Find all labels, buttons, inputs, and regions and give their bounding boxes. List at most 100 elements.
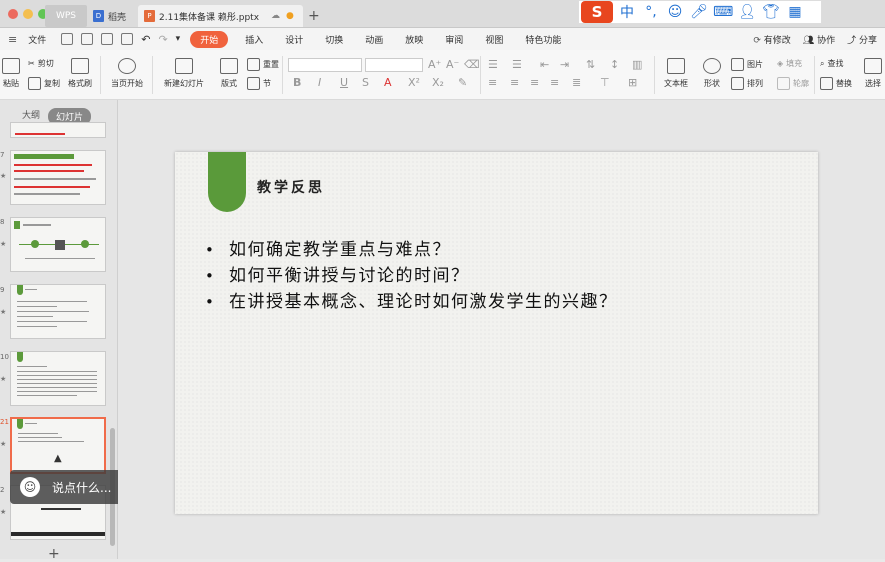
new-tab-button[interactable]: + [308,5,320,27]
microphone-icon[interactable]: 🎤︎ [689,4,709,20]
align-center-icon[interactable]: ≡ [510,76,519,89]
collaborate-button[interactable]: 👥︎ 协作 [797,33,841,46]
slide-thumbnail-10[interactable] [10,351,106,406]
punctuation-icon[interactable]: °, [641,4,661,20]
font-color-icon[interactable]: A [384,76,392,89]
save-icon[interactable] [61,33,74,45]
shape-button[interactable]: 形状 [698,58,726,89]
format-painter-button[interactable]: 格式刷 [65,58,95,89]
current-slide[interactable]: 教学反思 如何确定教学重点与难点？ 如何平衡讲授与讨论的时间？ 在讲授基本概念、… [175,152,818,514]
slide-thumbnail-8[interactable] [10,217,106,272]
user-icon[interactable]: 👤︎ [737,4,757,20]
highlight-icon[interactable]: ✎ [458,76,467,89]
tab-view[interactable]: 视图 [474,33,514,46]
toolbox-grid-icon[interactable]: ▦ [785,4,805,20]
outline-tab[interactable]: 大纲 [22,108,40,121]
chat-emoji-icon[interactable]: ☺ [20,477,40,497]
cut-button[interactable]: ✂ 剪切 [28,58,54,69]
numbered-list-icon[interactable]: ☰ [512,58,522,71]
layout-button[interactable]: 版式 [216,58,242,89]
align-right-icon[interactable]: ≡ [530,76,539,89]
skin-icon[interactable]: 👕︎ [761,4,781,20]
close-window-button[interactable] [8,9,18,19]
replace-button[interactable]: 替换 [820,77,852,90]
tab-document[interactable]: P 2.11集体备课 赖彤.pptx ☁ ● [138,5,303,27]
tab-design[interactable]: 设计 [274,33,314,46]
find-button[interactable]: ⌕ 查找 [820,58,843,69]
bullet-item[interactable]: 在讲授基本概念、理论时如何激发学生的兴趣？ [205,289,618,315]
tab-insert[interactable]: 插入 [234,33,274,46]
justify-icon[interactable]: ≡ [550,76,559,89]
increase-indent-icon[interactable]: ⇥ [560,58,569,71]
picture-button[interactable]: 图片 [731,58,763,71]
underline-icon[interactable]: U [340,76,348,89]
section-button[interactable]: 节 [247,77,271,90]
ime-mode-toggle[interactable]: 中 [617,2,637,22]
menu-file[interactable]: 文件 [17,33,57,46]
distribute-icon[interactable]: ≣ [572,76,581,89]
print-icon[interactable] [101,33,114,45]
slide-title[interactable]: 教学反思 [257,177,325,197]
slide-thumbnail-9[interactable] [10,284,106,339]
align-left-icon[interactable]: ≡ [488,76,497,89]
tab-slideshow[interactable]: 放映 [394,33,434,46]
font-family-select[interactable] [288,58,362,72]
chat-input[interactable]: 说点什么... [52,479,111,496]
reset-button[interactable]: 重置 [247,58,279,71]
undo-icon[interactable]: ↶ [141,33,150,46]
tab-wps-home[interactable]: WPS [45,5,87,27]
text-align-vertical-icon[interactable]: ⊤ [600,76,610,89]
slide-thumbnail-7[interactable] [10,150,106,205]
decrease-font-icon[interactable]: A⁻ [446,58,459,71]
line-spacing-icon[interactable]: ↕ [610,58,619,71]
bold-icon[interactable]: B [293,76,301,89]
keyboard-icon[interactable]: ⌨ [713,4,733,20]
tab-animations[interactable]: 动画 [354,33,394,46]
text-direction-icon[interactable]: ⇅ [586,58,595,71]
tab-transitions[interactable]: 切换 [314,33,354,46]
subscript-icon[interactable]: X₂ [432,76,444,89]
print-preview-icon[interactable] [121,33,134,45]
share-button[interactable]: ⤴ 分享 [841,33,885,46]
slide-thumbnail-6[interactable] [10,122,106,138]
columns-icon[interactable]: ▥ [632,58,642,71]
arrange-button[interactable]: 排列 [731,77,763,90]
arrange-label: 排列 [747,79,763,88]
bullet-item[interactable]: 如何确定教学重点与难点？ [205,237,618,263]
redo-icon[interactable]: ↷ [158,33,167,46]
sogou-logo-icon[interactable]: S [581,1,613,23]
minimize-window-button[interactable] [23,9,33,19]
quick-access-dropdown-icon[interactable]: ▾ [176,34,181,44]
copy-button[interactable]: 复制 [28,77,60,90]
select-button[interactable]: 选择 [862,58,884,89]
outline-button[interactable]: 轮廓 [777,77,809,90]
font-size-select[interactable] [365,58,423,72]
play-from-current-button[interactable]: 当页开始 [106,58,148,89]
clear-format-icon[interactable]: ⌫ [464,58,480,71]
has-changes-button[interactable]: ⟳ 有修改 [747,33,796,46]
bullet-list-icon[interactable]: ☰ [488,58,498,71]
tab-daoke[interactable]: D 稻壳 [93,5,137,27]
textbox-button[interactable]: 文本框 [660,58,692,89]
tab-home[interactable]: 开始 [190,30,229,48]
increase-font-icon[interactable]: A⁺ [428,58,441,71]
new-slide-button[interactable]: 新建幻灯片 [160,58,208,89]
decrease-indent-icon[interactable]: ⇤ [540,58,549,71]
tab-special-features[interactable]: 特色功能 [514,33,572,46]
add-slide-button[interactable]: + [48,546,60,562]
bullet-item[interactable]: 如何平衡讲授与讨论的时间？ [205,263,618,289]
paste-label: 粘贴 [3,79,19,88]
paste-button[interactable]: 粘贴 [0,58,22,89]
smartart-icon[interactable]: ⊞ [628,76,637,89]
fill-button[interactable]: ◈ 填充 [777,58,802,69]
tab-review[interactable]: 审阅 [434,33,474,46]
textbox-label: 文本框 [664,79,688,88]
superscript-icon[interactable]: X² [408,76,420,89]
italic-icon[interactable]: I [318,76,321,89]
hamburger-icon[interactable]: ≡ [8,33,17,46]
bullet-list[interactable]: 如何确定教学重点与难点？ 如何平衡讲授与讨论的时间？ 在讲授基本概念、理论时如何… [205,237,618,315]
emoji-icon[interactable]: ☺ [665,4,685,20]
export-pdf-icon[interactable] [81,33,94,45]
slide-thumbnail-11-selected[interactable] [10,417,106,474]
shadow-icon[interactable]: S [362,76,369,89]
